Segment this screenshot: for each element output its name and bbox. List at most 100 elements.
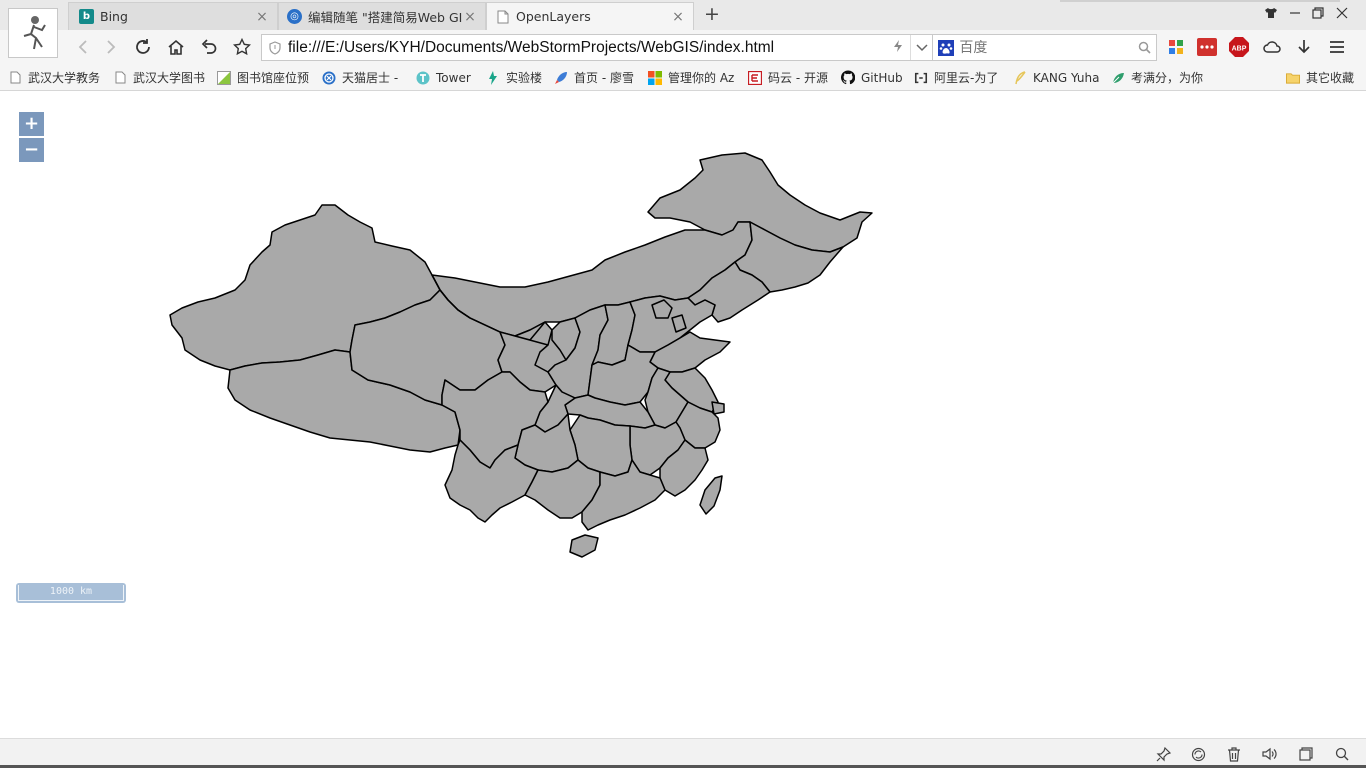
bookmark-label: 武汉大学教务 xyxy=(28,71,101,85)
shield-icon xyxy=(262,40,288,55)
tab-bing[interactable]: b Bing × xyxy=(68,2,278,30)
province-taiwan[interactable] xyxy=(699,475,723,515)
adblock-label: ABP xyxy=(1232,46,1247,53)
address-bar[interactable]: file:///E:/Users/KYH/Documents/WebStormP… xyxy=(261,34,933,61)
bookmark-label: 其它收藏 xyxy=(1306,71,1355,85)
bookmark-item[interactable]: Tower xyxy=(416,68,471,87)
bookmark-item[interactable]: 首页 - 廖雪 xyxy=(554,68,634,87)
zoom-out-button[interactable]: − xyxy=(19,138,44,162)
aliyun-icon xyxy=(914,71,928,85)
bookmark-item[interactable]: GitHub xyxy=(841,68,903,87)
bookmark-item[interactable]: 武汉大学教务 xyxy=(8,68,100,87)
refresh-icon[interactable] xyxy=(1189,745,1207,763)
bookmark-item[interactable]: 实验楼 xyxy=(486,68,542,87)
github-icon xyxy=(841,70,855,85)
cnblogs-icon: ◎ xyxy=(287,9,302,24)
restore-icon[interactable] xyxy=(1308,5,1328,25)
reload-button[interactable] xyxy=(132,36,154,58)
bookmark-item[interactable]: KANG Yuha xyxy=(1013,68,1099,87)
tab-cnblogs[interactable]: ◎ 编辑随笔 "搭建简易Web GIS × xyxy=(278,2,486,30)
bookmark-label: GitHub xyxy=(861,70,903,85)
close-window-icon[interactable] xyxy=(1332,5,1352,25)
bookmark-label: 考满分，为你 xyxy=(1131,71,1204,85)
forward-button[interactable] xyxy=(100,36,122,58)
feather-icon xyxy=(1013,70,1027,85)
trash-icon[interactable] xyxy=(1225,745,1243,763)
baidu-icon[interactable] xyxy=(933,39,959,56)
globe-icon xyxy=(322,71,336,85)
pin-icon[interactable] xyxy=(1154,745,1172,763)
china-province-map[interactable] xyxy=(0,92,1366,738)
bookmark-item[interactable]: 武汉大学图书 xyxy=(113,68,205,87)
bookmark-label: 管理你的 Az xyxy=(668,71,735,85)
bookmark-star-button[interactable] xyxy=(231,36,253,58)
status-bar xyxy=(0,738,1366,768)
bookmark-item[interactable]: 考满分，为你 xyxy=(1111,68,1203,87)
scale-line-label: 1000 km xyxy=(18,585,124,601)
bookmark-label: 阿里云-为了 xyxy=(934,71,999,85)
tab-title: OpenLayers xyxy=(516,9,591,24)
bookmark-item[interactable]: 图书馆座位预 xyxy=(217,68,309,87)
scale-line: 1000 km xyxy=(16,583,126,603)
avatar-figure-icon xyxy=(23,16,46,50)
kmf-icon xyxy=(1111,71,1125,85)
bing-icon: b xyxy=(79,9,94,24)
bookmark-label: 实验楼 xyxy=(506,71,543,85)
close-icon[interactable]: × xyxy=(255,9,269,25)
page-icon xyxy=(113,71,127,85)
bookmark-item[interactable]: 码云 - 开源 xyxy=(748,68,828,87)
bookmark-label: 首页 - 廖雪 xyxy=(574,71,634,85)
new-tab-button[interactable]: + xyxy=(702,4,722,24)
shiyanlou-icon xyxy=(486,70,500,85)
leaf-icon xyxy=(217,70,231,85)
bookmark-label: 图书馆座位预 xyxy=(237,71,310,85)
province-hainan[interactable] xyxy=(569,534,599,558)
search-icon[interactable] xyxy=(1133,41,1156,54)
bookmarks-bar: 武汉大学教务 武汉大学图书 图书馆座位预 天猫居士 - Tower 实验楼 首页… xyxy=(0,64,1366,91)
bookmark-label: 天猫居士 - xyxy=(342,71,399,85)
other-bookmarks[interactable]: 其它收藏 xyxy=(1286,68,1354,87)
volume-icon[interactable] xyxy=(1261,745,1279,763)
bookmark-item[interactable]: 阿里云-为了 xyxy=(914,68,998,87)
province-shanghai[interactable] xyxy=(711,401,725,415)
title-progress-line xyxy=(1060,0,1340,2)
folder-icon xyxy=(1286,71,1300,85)
window-icon[interactable] xyxy=(1297,745,1315,763)
bookmark-item[interactable]: 天猫居士 - xyxy=(322,68,398,87)
tab-title: 编辑随笔 "搭建简易Web GIS xyxy=(308,10,463,25)
map-viewport[interactable]: + − 1000 km xyxy=(0,92,1366,738)
navigation-toolbar: file:///E:/Users/KYH/Documents/WebStormP… xyxy=(0,30,1366,64)
bookmark-label: 武汉大学图书 xyxy=(133,71,206,85)
bookmark-label: KANG Yuha xyxy=(1033,70,1100,85)
search-icon[interactable] xyxy=(1333,745,1351,763)
cloud-icon[interactable] xyxy=(1262,37,1282,57)
menu-icon[interactable] xyxy=(1327,37,1347,57)
lightning-icon[interactable] xyxy=(886,39,910,57)
rocket-icon xyxy=(554,71,568,85)
minimize-icon[interactable] xyxy=(1285,5,1305,25)
tab-title: Bing xyxy=(100,9,128,24)
avatar[interactable] xyxy=(8,8,58,58)
apps-grid-icon[interactable] xyxy=(1166,37,1186,57)
undo-close-button[interactable] xyxy=(198,36,220,58)
search-input[interactable] xyxy=(959,39,1134,56)
close-icon[interactable]: × xyxy=(671,9,685,25)
bookmark-label: 码云 - 开源 xyxy=(768,71,828,85)
tab-openlayers[interactable]: OpenLayers × xyxy=(486,2,694,30)
tab-strip: b Bing × ◎ 编辑随笔 "搭建简易Web GIS × OpenLayer… xyxy=(0,0,1366,30)
adblock-icon[interactable]: ABP xyxy=(1229,37,1249,57)
gitee-icon xyxy=(748,70,762,85)
zoom-in-button[interactable]: + xyxy=(19,112,44,136)
close-icon[interactable]: × xyxy=(463,9,477,25)
url-text[interactable]: file:///E:/Users/KYH/Documents/WebStormP… xyxy=(288,39,886,57)
search-box[interactable] xyxy=(933,34,1157,61)
tower-icon xyxy=(416,71,430,85)
page-icon xyxy=(8,71,22,85)
download-icon[interactable] xyxy=(1294,37,1314,57)
more-dots-icon[interactable] xyxy=(1197,37,1217,57)
skin-icon[interactable] xyxy=(1261,5,1281,25)
bookmark-item[interactable]: 管理你的 Az xyxy=(648,68,734,87)
chevron-down-icon[interactable] xyxy=(910,35,932,60)
back-button[interactable] xyxy=(72,36,94,58)
home-button[interactable] xyxy=(165,36,187,58)
